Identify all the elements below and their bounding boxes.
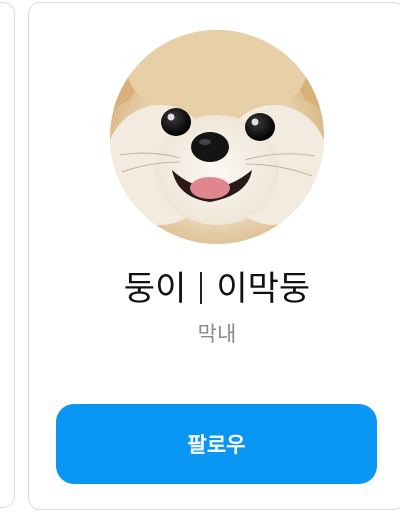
profile-card: 둥이 이막둥 막내 팔로우 [28, 2, 400, 510]
profile-nickname: 이막둥 [216, 269, 311, 309]
profile-name-row: 둥이 이막둥 [57, 265, 377, 313]
profile-carousel: 둥이 이막둥 막내 팔로우 [0, 0, 400, 514]
name-divider [200, 272, 203, 304]
profile-name: 둥이 [123, 269, 187, 309]
previous-profile-card[interactable] [0, 2, 15, 508]
pomeranian-avatar-icon [110, 30, 324, 244]
follow-button[interactable]: 팔로우 [56, 404, 377, 484]
profile-role: 막내 [197, 322, 237, 346]
dog-avatar [110, 30, 324, 244]
